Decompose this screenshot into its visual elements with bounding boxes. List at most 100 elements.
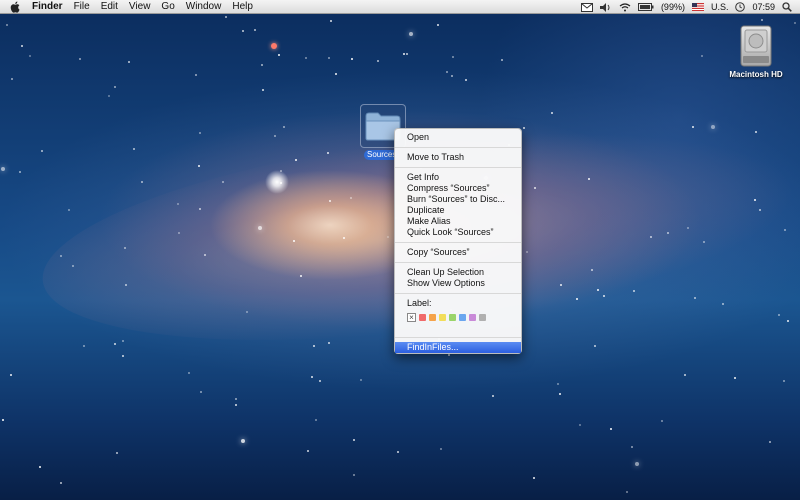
label-purple-swatch[interactable] xyxy=(469,313,476,321)
star xyxy=(559,393,561,395)
menu-view[interactable]: View xyxy=(129,0,151,14)
star xyxy=(452,56,454,58)
star xyxy=(11,78,13,80)
label-red-swatch[interactable] xyxy=(419,313,426,321)
label-yellow-swatch[interactable] xyxy=(439,313,446,321)
star xyxy=(560,284,562,286)
star xyxy=(784,229,786,231)
star xyxy=(526,251,528,253)
menu-service-findinfiles[interactable]: FindInFiles... xyxy=(395,342,521,353)
menu-get-info[interactable]: Get Info xyxy=(395,172,521,183)
menu-open[interactable]: Open xyxy=(395,132,521,143)
menu-file[interactable]: File xyxy=(74,0,90,14)
star xyxy=(116,452,118,454)
star xyxy=(274,135,276,137)
star xyxy=(343,237,345,239)
menu-show-view-options[interactable]: Show View Options xyxy=(395,278,521,289)
macintosh-hd-desktop-icon[interactable]: Macintosh HD xyxy=(724,24,788,79)
star xyxy=(313,345,315,347)
star xyxy=(684,374,686,376)
us-flag-icon[interactable] xyxy=(691,3,704,11)
spotlight-icon[interactable] xyxy=(782,2,792,12)
menu-separator xyxy=(395,167,521,168)
star xyxy=(694,297,696,299)
menu-window[interactable]: Window xyxy=(186,0,222,14)
star xyxy=(350,197,352,199)
menu-clean-up-selection[interactable]: Clean Up Selection xyxy=(395,267,521,278)
star xyxy=(319,380,321,382)
menu-edit[interactable]: Edit xyxy=(101,0,118,14)
star xyxy=(437,24,439,26)
time-machine-icon[interactable] xyxy=(735,2,746,12)
star xyxy=(280,170,282,172)
star xyxy=(650,236,652,238)
hard-drive-icon xyxy=(738,24,774,68)
star xyxy=(254,29,256,31)
menu-separator xyxy=(395,293,521,294)
star xyxy=(60,255,62,257)
battery-percent: (99%) xyxy=(660,2,685,12)
input-source-label[interactable]: U.S. xyxy=(711,2,729,12)
label-gray-swatch[interactable] xyxy=(479,313,486,321)
star xyxy=(122,340,124,342)
star xyxy=(29,55,31,57)
star xyxy=(328,57,330,59)
star xyxy=(440,448,442,450)
label-none-button[interactable]: × xyxy=(407,312,416,322)
battery-icon[interactable] xyxy=(637,3,654,11)
star xyxy=(41,150,43,152)
menu-separator xyxy=(395,337,521,338)
star xyxy=(68,209,70,211)
star xyxy=(610,428,612,430)
menu-compress[interactable]: Compress “Sources” xyxy=(395,183,521,194)
clock[interactable]: 07:59 xyxy=(752,2,775,12)
menu-burn-to-disc[interactable]: Burn “Sources” to Disc... xyxy=(395,194,521,205)
star xyxy=(195,74,197,76)
star xyxy=(328,342,330,344)
star xyxy=(241,439,245,443)
menu-separator xyxy=(395,147,521,148)
wifi-icon[interactable] xyxy=(619,2,631,12)
menu-quick-look[interactable]: Quick Look “Sources” xyxy=(395,227,521,238)
menu-go[interactable]: Go xyxy=(161,0,174,14)
menu-make-alias[interactable]: Make Alias xyxy=(395,216,521,227)
menu-move-to-trash[interactable]: Move to Trash xyxy=(395,152,521,163)
star xyxy=(754,199,756,201)
star xyxy=(330,20,332,22)
label-swatches: × xyxy=(395,311,521,323)
menu-duplicate[interactable]: Duplicate xyxy=(395,205,521,216)
star xyxy=(315,419,317,421)
star xyxy=(177,203,179,205)
star xyxy=(225,16,227,18)
apple-menu-icon[interactable] xyxy=(10,1,20,13)
star xyxy=(769,441,771,443)
star xyxy=(551,112,553,114)
star xyxy=(703,241,705,243)
volume-icon[interactable] xyxy=(599,2,612,12)
label-title: Label: xyxy=(407,298,432,308)
star xyxy=(534,187,536,189)
star xyxy=(667,232,669,234)
label-orange-swatch[interactable] xyxy=(429,313,436,321)
star xyxy=(114,86,116,88)
star xyxy=(1,167,5,171)
star xyxy=(108,95,110,97)
star xyxy=(200,391,202,393)
label-green-swatch[interactable] xyxy=(449,313,456,321)
star xyxy=(307,450,309,452)
menu-copy[interactable]: Copy “Sources” xyxy=(395,247,521,258)
star xyxy=(141,181,143,183)
star xyxy=(409,32,413,36)
mail-icon[interactable] xyxy=(580,2,593,12)
menu-finder[interactable]: Finder xyxy=(32,0,63,14)
label-blue-swatch[interactable] xyxy=(459,313,466,321)
star xyxy=(10,374,12,376)
menu-help[interactable]: Help xyxy=(232,0,253,14)
star xyxy=(204,254,206,256)
star xyxy=(794,22,796,24)
star xyxy=(403,53,405,55)
star xyxy=(687,227,689,229)
star xyxy=(635,462,639,466)
star xyxy=(246,311,248,313)
star xyxy=(128,61,130,63)
